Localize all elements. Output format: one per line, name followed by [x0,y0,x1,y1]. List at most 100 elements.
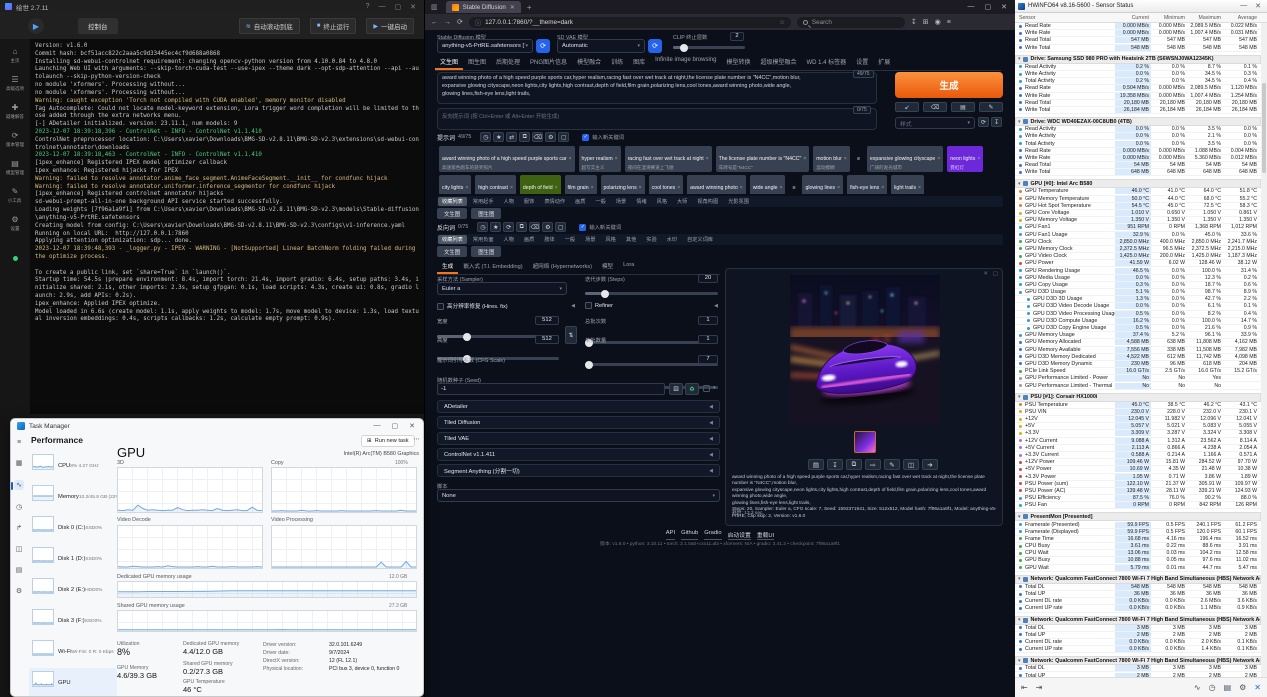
menu-icon[interactable]: ≡ [947,19,951,26]
remove-tag-icon[interactable]: × [837,185,840,191]
prompt-tag[interactable]: ≡× [854,146,863,166]
sidebar-nav-item[interactable]: ⟳版本管理 [5,131,25,148]
category-tab[interactable]: 场景 [612,197,630,206]
category-tab[interactable]: 情绪 [632,197,650,206]
category-tab[interactable]: 实验 [642,235,660,244]
scrollbar-thumb[interactable] [1262,83,1266,173]
seed-input[interactable] [437,383,665,395]
aio-tool-icon[interactable]: ⌫ [529,222,540,232]
main-tab[interactable]: 模型融合 [572,55,606,70]
sensor-row[interactable]: GPU Temperature46.0 °C41.0 °C64.0 °C51.8… [1015,188,1261,195]
sensor-row[interactable]: Current UP rate0.0 KB/s0.0 KB/s1.1 MB/s0… [1015,605,1261,612]
maximize-icon[interactable]: ▢ [392,422,399,430]
sensor-row[interactable]: Framerate (Presented)59.9 FPS0.5 FPS240.… [1015,521,1261,528]
collapse-triangle-icon[interactable]: ▾ [1018,181,1021,187]
aio-target-button[interactable]: 文生图 [437,208,467,219]
tm-resource-card[interactable]: Disk 0 (C:)SSD0% [29,513,117,543]
tm-resource-card[interactable]: GPU 0Intel(R) Arc(TM) B580 Graphics8% (4… [29,668,117,697]
category-tab[interactable]: 水印 [663,235,681,244]
prompt-tag[interactable]: city lights×城市灯光 [439,175,471,195]
remove-tag-icon[interactable]: × [706,156,709,162]
reload-icon[interactable]: ⟳ [457,18,463,26]
sensor-row[interactable]: Write Rate0.000 MB/s0.000 MB/s1,007.4 MB… [1015,30,1261,37]
remove-tag-icon[interactable]: × [918,185,921,191]
sensor-group-header[interactable]: ▾Network: Qualcomm FastConnect 7800 Wi-F… [1015,575,1261,584]
category-tab[interactable]: 收藏列表 [438,197,467,206]
category-tab[interactable]: 人物 [500,197,518,206]
extension-accordion[interactable]: ControlNet v1.1.411◀ [437,448,720,461]
sensor-row[interactable]: GPU Memory Temperature50.0 °C44.0 °C68.0… [1015,196,1261,203]
remove-tag-icon[interactable]: × [937,156,940,162]
firefox-view-icon[interactable]: ▥ [431,3,438,11]
aio-tool-icon[interactable]: ⚙ [542,222,553,232]
url-bar[interactable]: ⓘ 127.0.0.1:7860/?__theme=dark ☆ [469,17,791,28]
sensor-row[interactable]: Total Activity0.2 %0.0 %34.5 %0.4 % [1015,78,1261,85]
aio-tool-icon[interactable]: ⇄ [506,132,517,142]
sensor-row[interactable]: GPU Rendering Usage46.5 %0.0 %100.0 %31.… [1015,267,1261,274]
model-dropdown[interactable]: anything-v5-PrtRE.safetensors [7f96a1a9f… [437,39,533,53]
sensor-row[interactable]: Current DL rate0.0 KB/s0.0 KB/s2.0 KB/s0… [1015,639,1261,646]
main-tab[interactable]: WD 1.4 标签器 [802,55,852,70]
tm-resource-card[interactable]: CPU8% 4.27 GHz [29,451,117,481]
extensions-icon[interactable]: ⊞ [923,18,929,26]
sensor-row[interactable]: +12V Power109.46 W15.81 W284.52 W97.70 W [1015,459,1261,466]
sensor-row[interactable]: +3.3V3.309 V3.287 V3.324 V3.308 V [1015,430,1261,437]
prompt-tag[interactable]: The license plate number is "N4CC"×车牌号是"… [716,146,810,172]
collapse-all-icon[interactable]: ⇤ [1021,683,1028,692]
shared-memory-chart[interactable] [117,610,417,632]
aio-target-button[interactable]: 图生图 [471,208,501,219]
tab-close-icon[interactable]: ✕ [510,4,515,11]
main-tab[interactable]: 模型转换 [721,55,755,70]
apply-style-icon[interactable]: ⟳ [978,117,989,127]
remove-tag-icon[interactable]: × [803,156,806,162]
prompt-tag[interactable]: ≡× [789,175,798,195]
sensor-row[interactable]: Write Activity0.0 %0.0 %2.1 %0.0 % [1015,133,1261,140]
tm-resource-card[interactable]: Disk 1 (D:)SSD0% [29,544,117,574]
sensor-group-header[interactable]: ▾Drive: WDC WD40EZAX-00C8UB0 (4TB) [1015,117,1261,126]
main-tab[interactable]: Infinite image browsing [650,55,721,70]
settings-tab[interactable]: 超网络 (Hypernetworks) [528,260,597,274]
category-tab[interactable]: 其他 [622,235,640,244]
run-new-task-button[interactable]: ⊞Run new task [361,435,415,447]
site-info-icon[interactable]: ⓘ [475,18,481,27]
tm-rail-icon[interactable]: ≡ [17,439,21,446]
swap-dimensions-icon[interactable]: ⇅ [565,326,577,344]
aio-tool-icon[interactable]: ◷ [480,132,491,142]
sensor-row[interactable]: GPU D3D Memory Dynamic230 MB96 MB618 MB2… [1015,361,1261,368]
close-sensors-icon[interactable]: ✕ [1254,683,1261,692]
maximize-icon[interactable]: ▢ [985,3,992,11]
category-tab[interactable]: 肢体 [540,235,558,244]
downloads-icon[interactable]: ↧ [911,18,917,26]
settings-tab[interactable]: 嵌入式 (T.I. Embedding) [458,260,527,274]
sensor-row[interactable]: GPU D3D Memory Dedicated4,522 MB612 MB11… [1015,354,1261,361]
reset-clock-icon[interactable]: ◷ [1209,683,1216,692]
remove-tag-icon[interactable]: × [615,156,618,162]
height-value[interactable]: 512 [535,335,559,344]
aio-tool-icon[interactable]: ▢ [558,132,569,142]
logging-icon[interactable]: ▤ [1224,683,1232,692]
sensor-group-header[interactable]: ▾Drive: Samsung SSD 980 PRO with Heatsin… [1015,55,1261,64]
close-preview-icon[interactable]: ✕ [983,271,988,277]
category-tab[interactable]: 收藏列表 [438,235,467,244]
sensor-row[interactable]: Read Rate0.000 MB/s0.000 MB/s2,089.5 MB/… [1015,23,1261,30]
category-tab[interactable]: 光影氛围 [724,197,753,206]
tm-rail-icon[interactable]: ◷ [16,503,22,511]
sensor-row[interactable]: GPU D3D Usage5.1 %0.0 %98.7 %8.9 % [1015,289,1261,296]
random-seed-icon[interactable]: ⚄ [669,383,683,395]
minimize-icon[interactable]: — [968,3,975,11]
prompt-quick-button[interactable]: ⌫ [923,102,947,112]
sensor-row[interactable]: GPU Fan1 Usage32.9 %0.0 %45.0 %33.6 % [1015,232,1261,239]
sensor-row[interactable]: GPU Hot Spot Temperature54.5 °C45.0 °C72… [1015,203,1261,210]
tm-rail-icon[interactable]: ▤ [16,566,23,574]
sensor-row[interactable]: Write Total648 MB648 MB648 MB648 MB [1015,169,1261,176]
sidebar-nav-item[interactable]: ⌂主页 [5,47,25,64]
sensor-row[interactable]: PSU Temperature45.0 °C38.5 °C46.2 °C43.1… [1015,402,1261,409]
sensor-row[interactable]: GPU D3D Copy Engine Usage0.5 %0.0 %21.6 … [1015,325,1261,332]
tm-resource-card[interactable]: Memory10.2/45.8 GB (22%) [29,482,117,512]
minimize-icon[interactable]: — [1240,2,1247,10]
minimize-icon[interactable]: — [374,422,381,430]
sensor-row[interactable]: GPU Memory Available7,556 MB338 MB11,508… [1015,347,1261,354]
tm-titlebar[interactable]: Task Manager — ▢ ✕ [11,419,423,433]
sensor-row[interactable]: Total DL548 MB548 MB548 MB548 MB [1015,584,1261,591]
sensor-row[interactable]: GPU Core Voltage1.010 V0.650 V1.050 V0.8… [1015,210,1261,217]
